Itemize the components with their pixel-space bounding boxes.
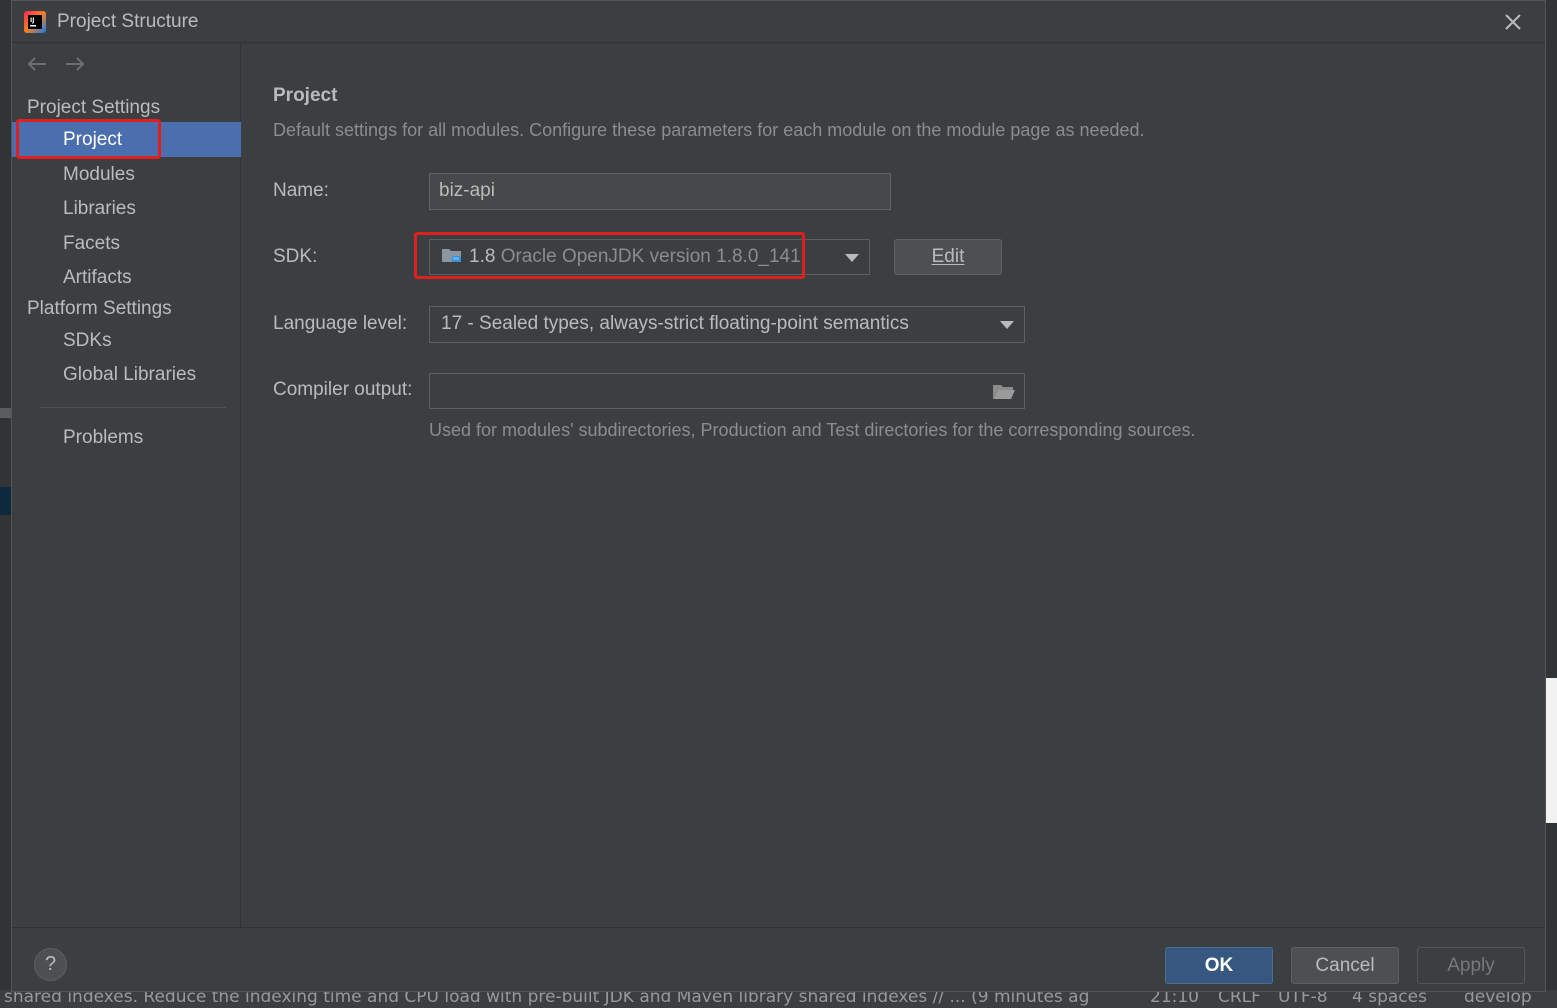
- page-title: Project: [273, 85, 338, 106]
- language-level-value: 17 - Sealed types, always-strict floatin…: [441, 313, 909, 334]
- chevron-down-icon: [845, 254, 859, 262]
- platform-settings-header: Platform Settings: [27, 298, 172, 319]
- sdk-dropdown[interactable]: 1.8 Oracle OpenJDK version 1.8.0_141: [429, 239, 870, 275]
- ide-selected-row: [0, 487, 11, 515]
- sidebar-item-sdks[interactable]: SDKs: [12, 323, 241, 358]
- dialog-title: Project Structure: [57, 11, 199, 32]
- status-indent[interactable]: 4 spaces: [1352, 990, 1427, 1006]
- help-button[interactable]: ?: [34, 948, 67, 981]
- project-structure-dialog: IJ Project Structure Project Settings Pr…: [11, 0, 1546, 992]
- arrow-left-icon[interactable]: [24, 52, 50, 80]
- arrow-right-icon[interactable]: [62, 52, 88, 80]
- sdk-edit-label: Edit: [931, 246, 965, 267]
- ide-status-bar: shared indexes. Reduce the indexing time…: [0, 990, 1557, 1008]
- compiler-output-hint: Used for modules' subdirectories, Produc…: [429, 420, 1196, 440]
- jdk-folder-icon: [442, 248, 461, 262]
- intellij-idea-icon: IJ: [24, 11, 46, 33]
- settings-sidebar: Project Settings Project Modules Librari…: [12, 44, 241, 927]
- language-level-dropdown[interactable]: 17 - Sealed types, always-strict floatin…: [429, 306, 1025, 343]
- compiler-output-label: Compiler output:: [273, 379, 413, 400]
- sdk-version: 1.8: [469, 246, 496, 267]
- project-settings-panel: Project Default settings for all modules…: [242, 44, 1545, 927]
- sidebar-item-facets[interactable]: Facets: [12, 226, 241, 261]
- sidebar-item-project[interactable]: Project: [12, 122, 241, 157]
- close-icon[interactable]: [1500, 9, 1526, 35]
- dialog-footer: ? OK Cancel Apply: [12, 927, 1545, 991]
- browse-folder-icon[interactable]: [992, 382, 1016, 402]
- status-encoding[interactable]: UTF-8: [1278, 990, 1328, 1006]
- status-message[interactable]: shared indexes. Reduce the indexing time…: [4, 990, 1089, 1006]
- sdk-description: Oracle OpenJDK version 1.8.0_141: [500, 246, 801, 267]
- apply-button[interactable]: Apply: [1417, 947, 1525, 984]
- name-label: Name:: [273, 180, 329, 201]
- sdk-edit-button[interactable]: Edit: [894, 239, 1002, 275]
- page-description: Default settings for all modules. Config…: [273, 120, 1145, 140]
- compiler-output-input[interactable]: [429, 373, 1025, 409]
- dialog-titlebar[interactable]: IJ Project Structure: [12, 1, 1545, 43]
- svg-text:IJ: IJ: [30, 17, 34, 24]
- ide-right-panel-edge: [1546, 0, 1557, 1008]
- cancel-button[interactable]: Cancel: [1291, 947, 1399, 984]
- sdk-label: SDK:: [273, 246, 318, 267]
- sidebar-item-global-libraries[interactable]: Global Libraries: [12, 357, 241, 392]
- project-settings-header: Project Settings: [27, 97, 161, 118]
- status-line-separator[interactable]: CRLF: [1218, 990, 1261, 1006]
- status-position[interactable]: 21:10: [1150, 990, 1199, 1006]
- project-name-input[interactable]: biz-api: [429, 173, 891, 210]
- ok-button[interactable]: OK: [1165, 947, 1273, 984]
- sidebar-item-modules[interactable]: Modules: [12, 157, 241, 192]
- sidebar-divider: [40, 407, 226, 408]
- ide-popup-edge: [1546, 678, 1557, 823]
- sidebar-item-problems[interactable]: Problems: [12, 420, 241, 455]
- chevron-down-icon: [1000, 321, 1014, 329]
- ide-left-panel-edge: [0, 0, 11, 1008]
- ide-scroll-marker: [0, 408, 11, 418]
- sidebar-item-artifacts[interactable]: Artifacts: [12, 260, 241, 295]
- language-level-label: Language level:: [273, 313, 408, 334]
- status-branch[interactable]: develop: [1464, 990, 1532, 1006]
- sidebar-item-libraries[interactable]: Libraries: [12, 191, 241, 226]
